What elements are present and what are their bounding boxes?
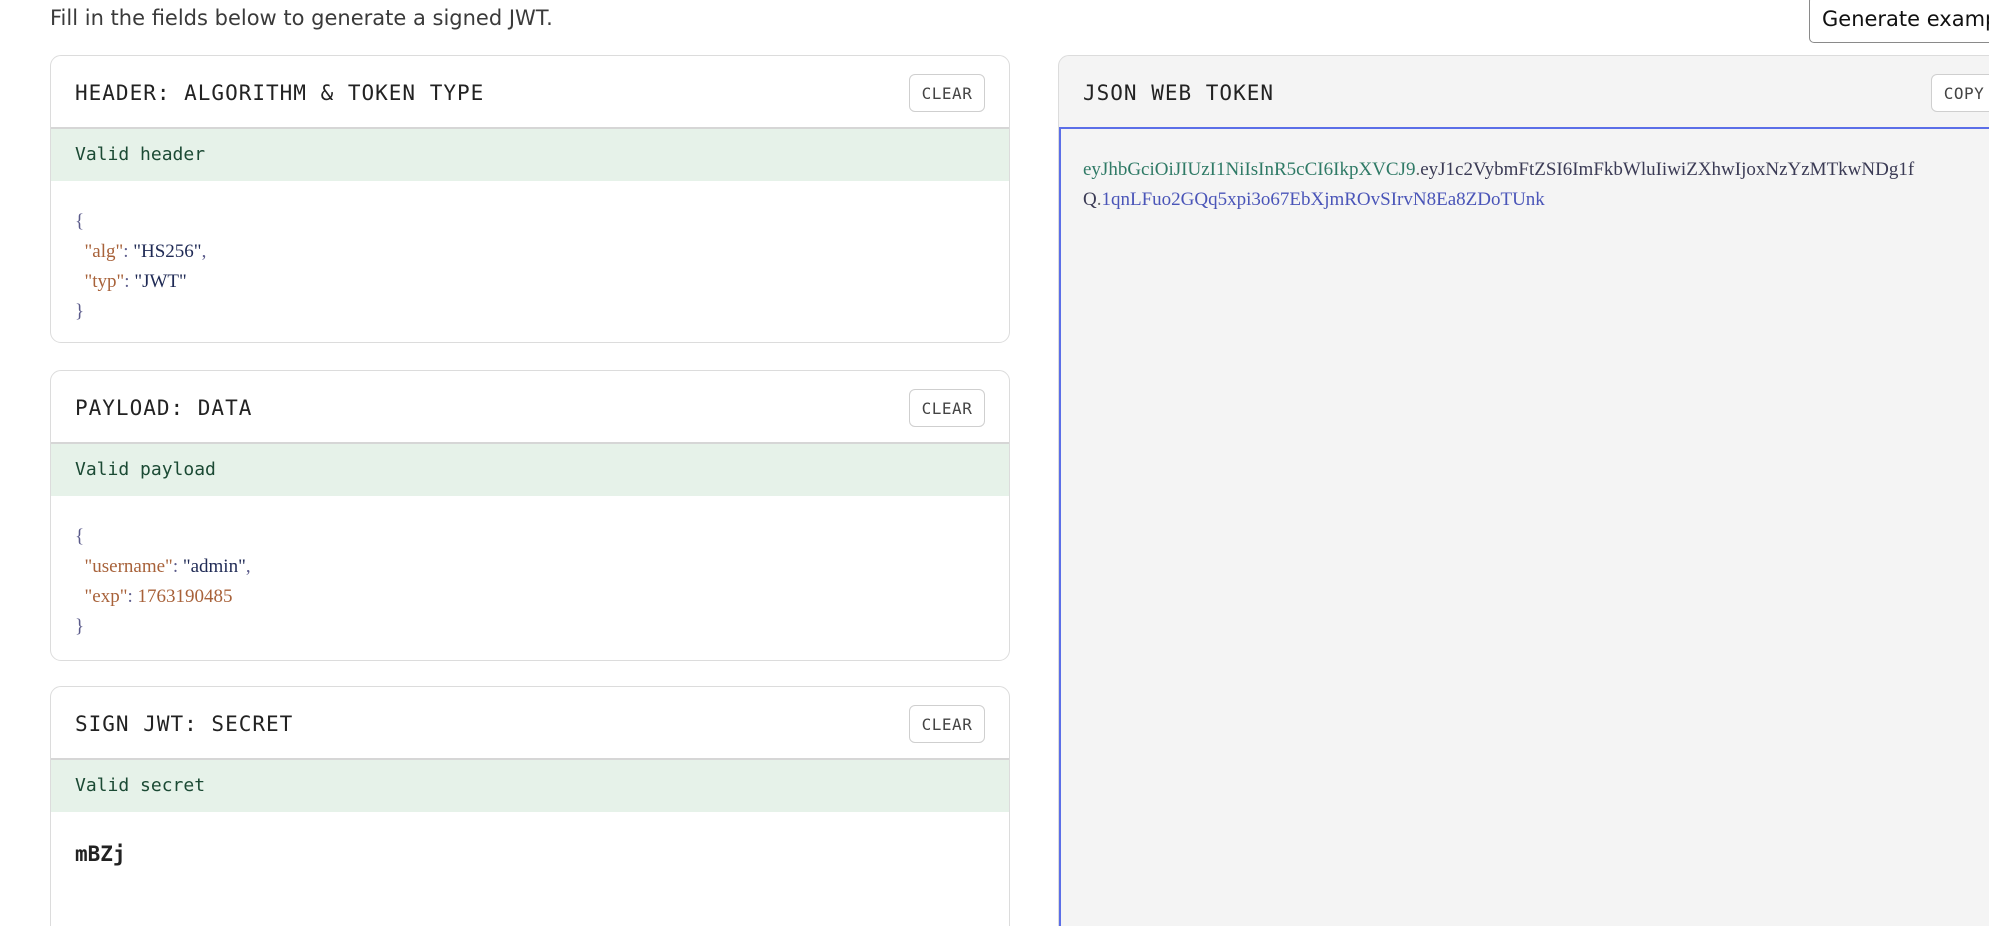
- json-separator: :: [172, 556, 183, 577]
- payload-card-title: PAYLOAD: DATA: [75, 396, 253, 420]
- jwt-token-output[interactable]: eyJhbGciOiJIUzI1NiIsInR5cCI6IkpXVCJ9.eyJ…: [1059, 129, 1989, 926]
- header-json-editor[interactable]: { "alg": "HS256", "typ": "JWT" }: [51, 181, 1009, 327]
- header-card: HEADER: ALGORITHM & TOKEN TYPE CLEAR Val…: [50, 55, 1010, 343]
- jwt-output-panel: JSON WEB TOKEN COPY eyJhbGciOiJIUzI1NiIs…: [1058, 55, 1989, 926]
- payload-status-banner: Valid payload: [51, 444, 1009, 496]
- jwt-encoder-page: Fill in the fields below to generate a s…: [0, 0, 1989, 926]
- secret-card-head: SIGN JWT: SECRET CLEAR: [51, 687, 1009, 760]
- payload-card: PAYLOAD: DATA CLEAR Valid payload { "use…: [50, 370, 1010, 661]
- token-payload-segment-end: Q: [1083, 189, 1097, 210]
- json-value: "JWT": [134, 271, 187, 292]
- token-header-segment: eyJhbGciOiJIUzI1NiIsInR5cCI6IkpXVCJ9: [1083, 159, 1416, 180]
- json-key: "username": [84, 556, 173, 577]
- close-brace: }: [75, 301, 85, 322]
- json-key: "exp": [84, 586, 128, 607]
- jwt-panel-title: JSON WEB TOKEN: [1083, 81, 1275, 105]
- open-brace: {: [75, 526, 85, 547]
- generate-example-button[interactable]: Generate examp: [1809, 0, 1989, 43]
- json-value: "admin": [182, 556, 246, 577]
- secret-status-banner: Valid secret: [51, 760, 1009, 812]
- secret-card: SIGN JWT: SECRET CLEAR Valid secret mBZj: [50, 686, 1010, 926]
- intro-text: Fill in the fields below to generate a s…: [50, 6, 553, 30]
- json-key: "alg": [84, 241, 124, 262]
- header-clear-button[interactable]: CLEAR: [909, 74, 985, 112]
- open-brace: {: [75, 211, 85, 232]
- copy-button[interactable]: COPY: [1931, 74, 1989, 112]
- payload-clear-button[interactable]: CLEAR: [909, 389, 985, 427]
- json-comma: ,: [201, 241, 207, 262]
- close-brace: }: [75, 616, 85, 637]
- secret-card-title: SIGN JWT: SECRET: [75, 712, 294, 736]
- header-status-banner: Valid header: [51, 129, 1009, 181]
- json-value: "HS256": [133, 241, 202, 262]
- json-separator: :: [124, 271, 135, 292]
- token-payload-segment: eyJ1c2VybmFtZSI6ImFkbWluIiwiZXhwIjoxNzYz…: [1420, 159, 1915, 180]
- json-comma: ,: [245, 556, 251, 577]
- jwt-panel-head: JSON WEB TOKEN COPY: [1059, 56, 1989, 129]
- json-separator: :: [123, 241, 134, 262]
- secret-clear-button[interactable]: CLEAR: [909, 705, 985, 743]
- token-signature-segment: 1qnLFuo2GQq5xpi3o67EbXjmROvSIrvN8Ea8ZDoT…: [1101, 189, 1545, 210]
- json-value: 1763190485: [137, 586, 233, 607]
- json-separator: :: [127, 586, 138, 607]
- payload-card-head: PAYLOAD: DATA CLEAR: [51, 371, 1009, 444]
- secret-input[interactable]: mBZj: [51, 812, 1009, 866]
- header-card-head: HEADER: ALGORITHM & TOKEN TYPE CLEAR: [51, 56, 1009, 129]
- payload-json-editor[interactable]: { "username": "admin", "exp": 1763190485…: [51, 496, 1009, 642]
- header-card-title: HEADER: ALGORITHM & TOKEN TYPE: [75, 81, 485, 105]
- json-key: "typ": [84, 271, 125, 292]
